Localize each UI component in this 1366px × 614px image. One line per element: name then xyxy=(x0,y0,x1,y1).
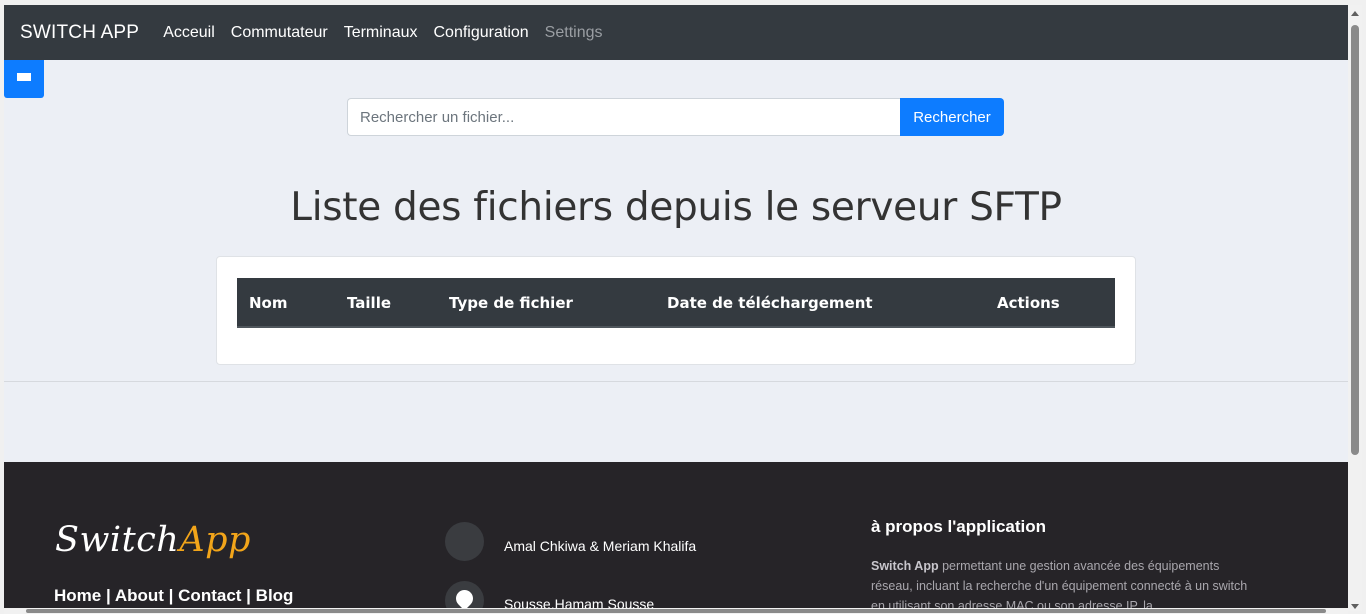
search-button[interactable]: Rechercher xyxy=(900,98,1004,136)
browser-viewport: SWITCH APP Acceuil Commutateur Terminaux… xyxy=(4,5,1348,611)
horizontal-scrollbar[interactable] xyxy=(4,608,1348,614)
search-input[interactable] xyxy=(347,98,900,136)
files-table-card: Nom Taille Type de fichier Date de téléc… xyxy=(216,256,1136,365)
column-header-taille: Taille xyxy=(347,294,392,312)
footer-link-home[interactable]: Home xyxy=(54,586,101,605)
column-header-date: Date de téléchargement xyxy=(667,294,873,312)
location-icon xyxy=(445,581,484,611)
top-navbar: SWITCH APP Acceuil Commutateur Terminaux… xyxy=(4,5,1348,60)
about-text: Switch App permettant une gestion avancé… xyxy=(871,559,1248,611)
column-header-nom: Nom xyxy=(249,294,288,312)
scroll-up-icon[interactable] xyxy=(1351,11,1359,16)
page-title: Liste des fichiers depuis le serveur SFT… xyxy=(290,185,1062,230)
column-header-actions: Actions xyxy=(997,294,1060,312)
nav-link-terminaux[interactable]: Terminaux xyxy=(344,24,418,42)
footer-logo: SwitchApp xyxy=(55,520,251,560)
about-title: à propos l'application xyxy=(871,517,1047,536)
footer-link-contact[interactable]: Contact xyxy=(178,586,241,605)
nav-link-settings[interactable]: Settings xyxy=(545,24,603,42)
search-bar: Rechercher xyxy=(347,98,1004,136)
hamburger-icon xyxy=(17,73,31,85)
vertical-scrollbar[interactable] xyxy=(1348,5,1362,611)
scroll-down-icon[interactable] xyxy=(1351,604,1359,609)
brand-logo[interactable]: SWITCH APP xyxy=(20,22,139,44)
authors-text: Amal Chkiwa & Meriam Khalifa xyxy=(504,538,697,554)
sidebar-toggle-button[interactable] xyxy=(4,60,44,98)
footer-link-blog[interactable]: Blog xyxy=(256,586,294,605)
column-header-type: Type de fichier xyxy=(449,294,573,312)
scrollbar-thumb[interactable] xyxy=(1351,25,1359,455)
content-divider xyxy=(4,381,1348,382)
nav-link-configuration[interactable]: Configuration xyxy=(434,24,529,42)
nav-link-acceuil[interactable]: Acceuil xyxy=(163,24,215,42)
footer: SwitchApp Home | About | Contact | Blog … xyxy=(4,462,1348,611)
footer-link-about[interactable]: About xyxy=(115,586,164,605)
footer-links: Home | About | Contact | Blog xyxy=(54,586,294,605)
authors-icon xyxy=(445,522,484,561)
horizontal-scrollbar-thumb[interactable] xyxy=(26,609,1326,613)
table-header: Nom Taille Type de fichier Date de téléc… xyxy=(237,278,1115,328)
nav-link-commutateur[interactable]: Commutateur xyxy=(231,24,328,42)
